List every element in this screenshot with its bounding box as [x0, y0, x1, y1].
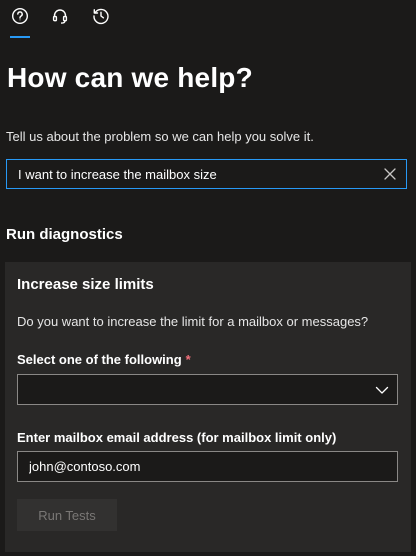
chevron-down-icon — [375, 386, 389, 394]
search-box — [6, 159, 407, 189]
select-label: Select one of the following * — [17, 352, 191, 367]
active-tab-indicator — [10, 36, 30, 38]
search-input[interactable] — [7, 160, 378, 188]
page-subtitle: Tell us about the problem so we can help… — [6, 129, 314, 144]
run-tests-button[interactable]: Run Tests — [17, 499, 117, 531]
history-icon — [92, 7, 110, 30]
help-icon — [11, 7, 29, 30]
email-label: Enter mailbox email address (for mailbox… — [17, 430, 337, 445]
tab-history[interactable] — [89, 6, 113, 30]
page-title: How can we help? — [7, 62, 253, 93]
diagnostics-panel: Increase size limits Do you want to incr… — [5, 262, 411, 552]
tab-support[interactable] — [48, 6, 72, 30]
headset-icon — [51, 7, 69, 30]
clear-search-button[interactable] — [382, 166, 398, 182]
panel-title: Increase size limits — [17, 276, 154, 293]
email-field[interactable] — [17, 451, 398, 482]
tab-bar — [0, 0, 416, 40]
panel-question: Do you want to increase the limit for a … — [17, 314, 369, 329]
tab-help[interactable] — [8, 6, 32, 30]
select-label-text: Select one of the following — [17, 352, 182, 367]
option-dropdown[interactable] — [17, 374, 398, 405]
required-mark: * — [185, 352, 191, 367]
close-icon — [384, 168, 396, 180]
run-diagnostics-heading: Run diagnostics — [6, 226, 123, 243]
